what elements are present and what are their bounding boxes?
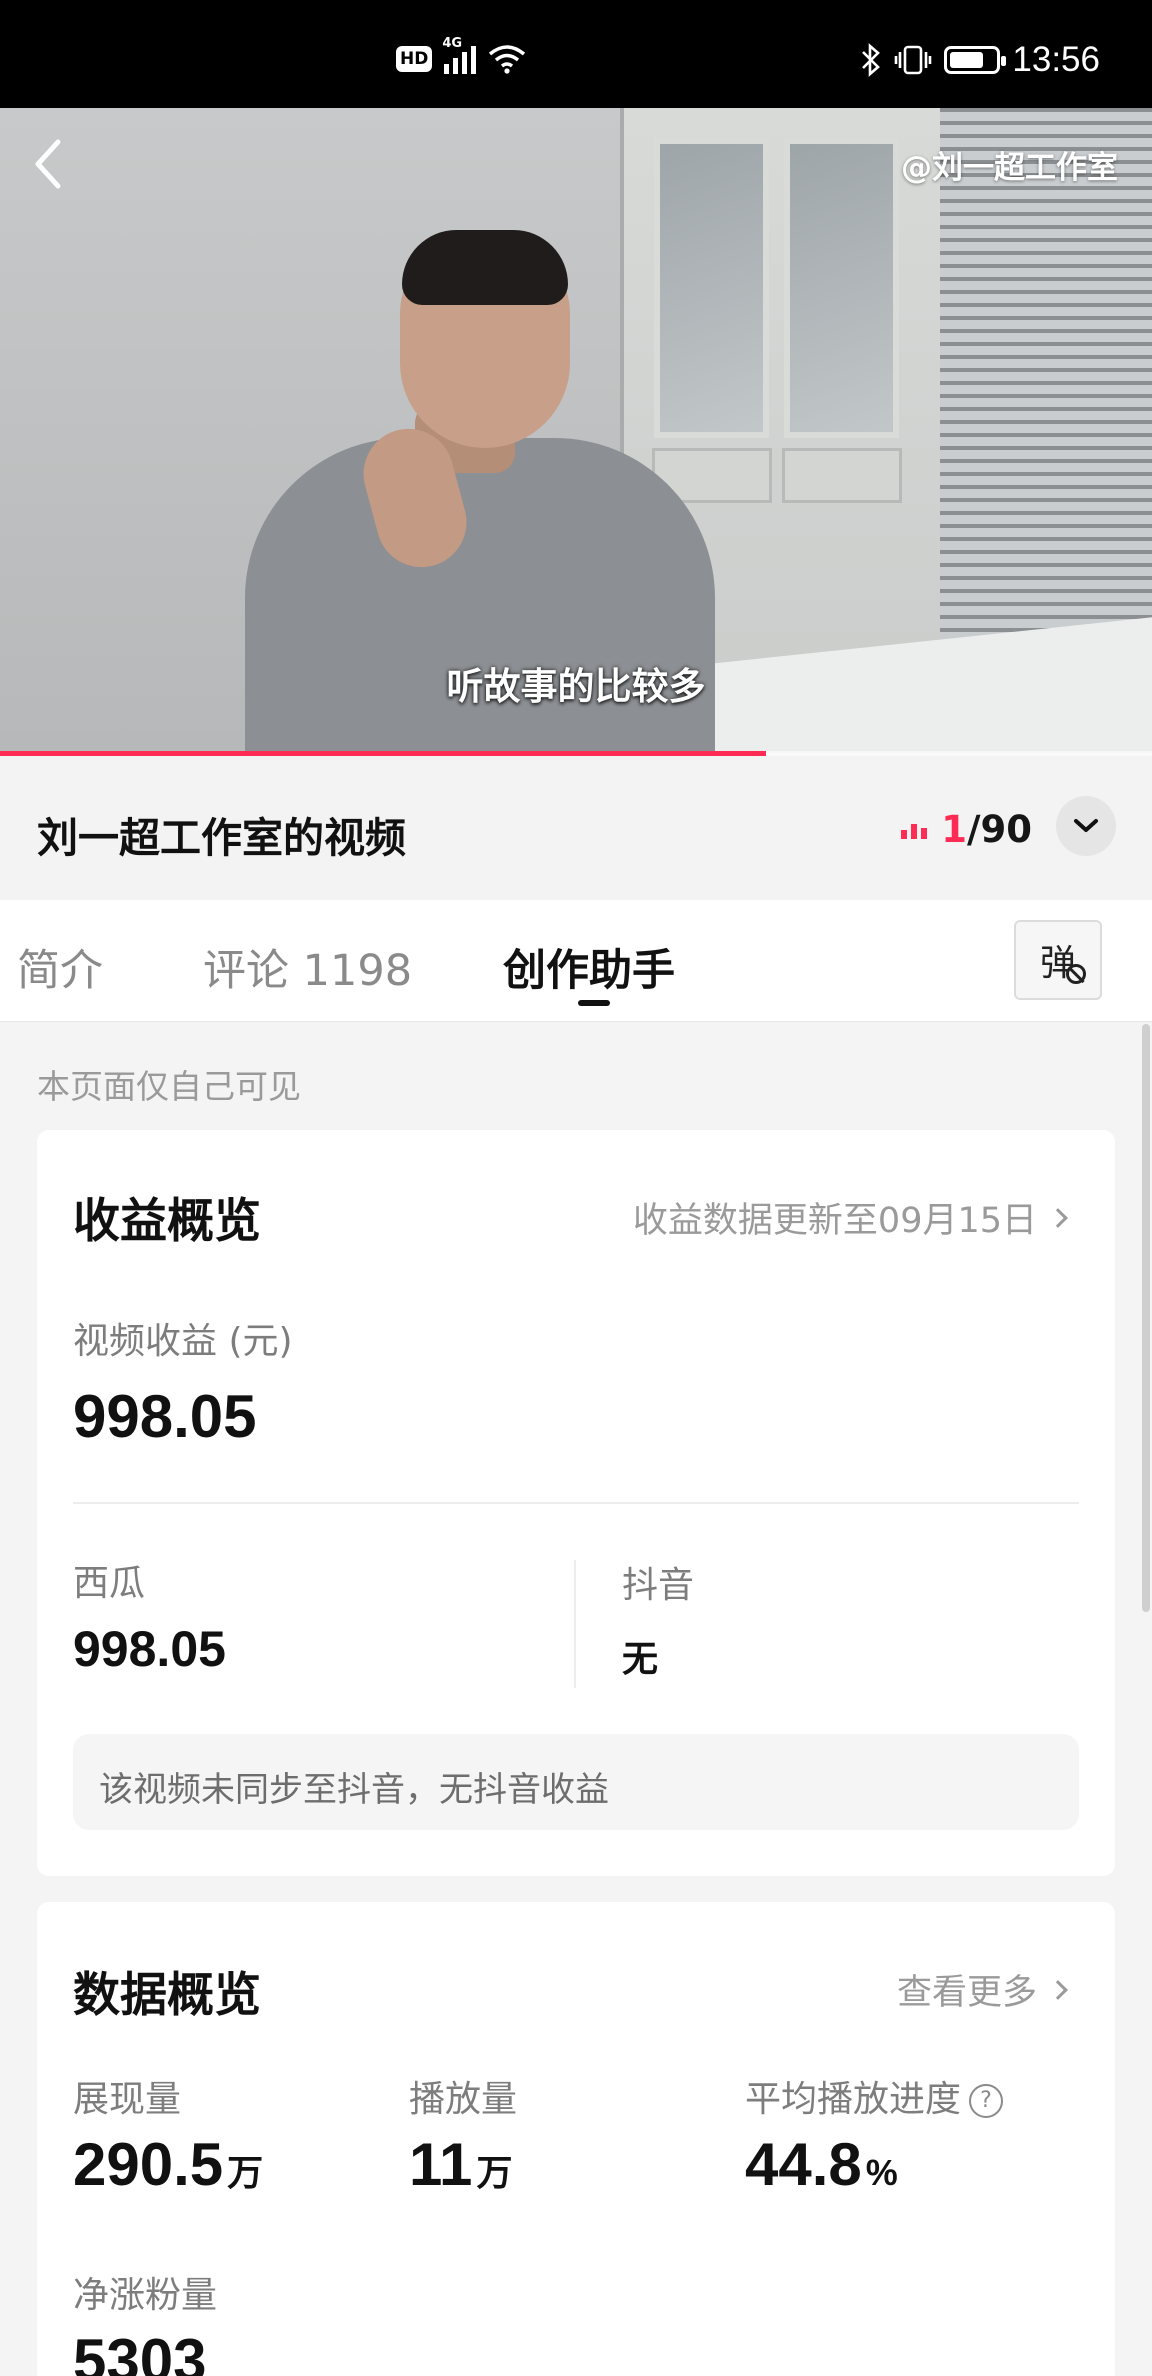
plays-label: 播放量 [409, 2079, 518, 2120]
episode-current: 1 [941, 808, 967, 851]
vibrate-icon [895, 45, 932, 75]
xigua-value: 998.05 [73, 1621, 226, 1677]
back-icon[interactable] [28, 136, 68, 192]
earnings-title: 收益概览 [73, 1194, 261, 1249]
chevron-right-icon [1048, 1979, 1068, 2000]
episode-indicator[interactable]: 1/90 [901, 808, 1032, 851]
video-player[interactable]: @刘一超工作室 听故事的比较多 [0, 108, 1152, 753]
divider-vertical [574, 1560, 576, 1688]
view-more-link[interactable]: 查看更多 [896, 1964, 1068, 2015]
data-overview-card: 数据概览 查看更多 展现量 290.5 万 播放量 11 万 平均播放进度? 44.… [37, 1902, 1115, 2376]
hd-icon: HD [396, 46, 433, 72]
expand-playlist-button[interactable] [1056, 796, 1116, 856]
chevron-right-icon [1048, 1207, 1068, 1228]
bluetooth-icon [862, 43, 881, 77]
tab-creator-assistant[interactable]: 创作助手 [503, 936, 675, 998]
douyin-value: 无 [622, 1639, 659, 1680]
video-title: 刘一超工作室的视频 [37, 814, 406, 862]
douyin-label: 抖音 [622, 1565, 695, 1606]
tab-active-indicator [578, 1000, 610, 1006]
impressions-value: 290.5 万 [73, 2131, 264, 2198]
privacy-note: 本页面仅自己可见 [37, 1067, 301, 1106]
scrollbar[interactable] [1142, 1024, 1150, 1612]
video-watermark: @刘一超工作室 [901, 150, 1118, 186]
divider [73, 1502, 1079, 1504]
earnings-update-text: 收益数据更新至09月15日 [632, 1201, 1037, 1241]
plays-value: 11 万 [409, 2131, 513, 2198]
video-earnings-value: 998.05 [73, 1383, 257, 1450]
net-followers-value: 5303 [73, 2327, 207, 2376]
danmaku-off-icon [1066, 964, 1086, 984]
xigua-label: 西瓜 [73, 1563, 146, 1604]
earnings-card: 收益概览 收益数据更新至09月15日 视频收益 (元) 998.05 西瓜 99… [37, 1130, 1115, 1876]
signal-icon: 4G [442, 36, 477, 74]
playing-bars-icon [901, 821, 928, 839]
video-title-bar: 刘一超工作室的视频 1/90 [0, 756, 1152, 900]
sync-notice-text: 该视频未同步至抖音，无抖音收益 [99, 1770, 609, 1810]
avg-progress-value: 44.8% [745, 2131, 898, 2198]
danmaku-toggle-button[interactable]: 弹 [1014, 920, 1102, 1000]
episode-total: /90 [966, 808, 1032, 851]
chevron-down-icon [1074, 819, 1098, 832]
network-type: 4G [442, 36, 463, 51]
avg-progress-label: 平均播放进度? [745, 2070, 1004, 2122]
sync-notice: 该视频未同步至抖音，无抖音收益 [73, 1734, 1079, 1830]
video-earnings-label: 视频收益 (元) [73, 1321, 293, 1362]
status-right: 13:56 [860, 40, 1100, 80]
data-overview-title: 数据概览 [73, 1968, 261, 2023]
help-icon[interactable]: ? [969, 2083, 1004, 2118]
tab-bar: 简介 评论 1198 创作助手 弹 [0, 900, 1152, 1022]
view-more-text: 查看更多 [896, 1973, 1037, 2013]
status-bar: HD 4G 13:56 [0, 0, 1152, 108]
tab-intro[interactable]: 简介 [17, 936, 103, 998]
net-followers-label: 净涨粉量 [73, 2275, 218, 2316]
video-subtitle: 听故事的比较多 [446, 665, 706, 708]
clock: 13:56 [1012, 40, 1100, 79]
wifi-icon [489, 45, 526, 74]
status-left: HD 4G [396, 36, 526, 74]
battery-icon [944, 46, 1007, 74]
earnings-update-link[interactable]: 收益数据更新至09月15日 [632, 1192, 1068, 1243]
impressions-label: 展现量 [73, 2079, 182, 2120]
tab-comments[interactable]: 评论 1198 [203, 936, 412, 998]
